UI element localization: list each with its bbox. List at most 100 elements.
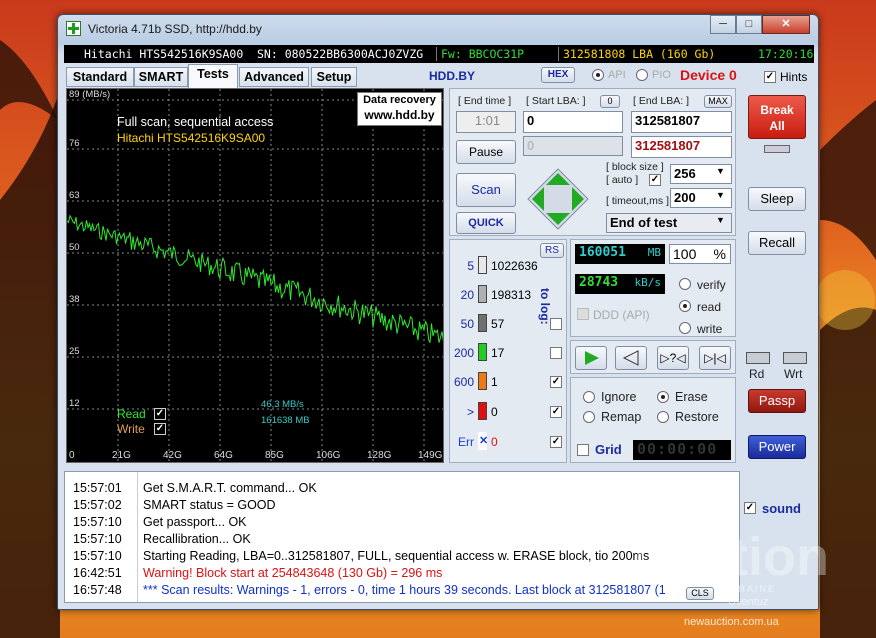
auto-checkbox[interactable]: ✓ [649,174,661,186]
play-button[interactable] [575,346,607,370]
end-lba-current: 312581807 [631,136,732,158]
start-lba-field[interactable]: 0 [523,111,623,133]
verify-radio[interactable] [679,278,691,290]
percent-display: 100 % [669,244,731,264]
read-label: read [697,300,722,314]
end-action-select[interactable]: End of test [606,213,732,233]
block-color-swatch [478,402,487,420]
ignore-radio[interactable] [583,391,595,403]
speed-value: 28743 [579,275,619,290]
scan-button[interactable]: Scan [456,173,516,207]
read-legend-checkbox[interactable]: ✓ [154,408,166,420]
read-radio[interactable] [679,300,691,312]
sound-label: sound [762,501,801,516]
y-tick-label: 50 [69,242,80,253]
log-time: 15:57:02 [73,498,122,512]
write-radio[interactable] [679,322,691,334]
tab-advanced[interactable]: Advanced [239,67,309,87]
butterfly-button[interactable]: ▷|◁ [699,346,731,370]
block-count: 17 [491,346,505,360]
block-range-label: 200 [453,346,474,360]
passp-button[interactable]: Passp [748,389,806,413]
victoria-window: Victoria 4.71b SSD, http://hdd.by ─ □ ✕ … [57,14,819,610]
block-count: 1 [491,375,498,389]
grid-checkbox[interactable] [577,444,589,456]
mb-unit: MB [647,246,661,259]
erase-radio[interactable] [657,391,669,403]
log-time: 16:42:51 [73,566,122,580]
end-time-field[interactable]: 1:01 [456,111,516,133]
drive-serial: SN: 080522BB6300ACJ0ZVZG [257,47,424,61]
random-seek-button[interactable]: ▷?◁ [657,346,689,370]
device-label: Device 0 [680,67,737,83]
log-time: 15:57:10 [73,549,122,563]
timeout-label: [ timeout,ms ] [606,195,670,207]
watermark-country: UKRAINE [722,584,777,594]
grid-label: Grid [595,442,622,457]
speed-unit: kB/s [634,276,662,289]
tab-smart[interactable]: SMART [134,67,188,87]
clear-log-button[interactable]: CLS [686,587,714,600]
sound-checkbox[interactable]: ✓ [744,502,756,514]
hex-button[interactable]: HEX [541,67,575,83]
x-tick-label: 128G [367,450,392,461]
minimize-button[interactable]: ─ [710,15,736,34]
close-button[interactable]: ✕ [762,15,810,34]
x-tick-label: 42G [163,450,182,461]
rewind-button[interactable] [615,346,647,370]
tab-standard[interactable]: Standard [66,67,134,87]
log-checkbox[interactable] [550,318,562,330]
block-color-swatch [478,372,487,390]
title-bar[interactable]: Victoria 4.71b SSD, http://hdd.by ─ □ ✕ [58,15,818,43]
watermark-sub: Uventuz [728,596,769,608]
ddd-checkbox[interactable] [577,308,589,320]
window-title: Victoria 4.71b SSD, http://hdd.by [88,22,262,36]
end-action-chevron-down-icon[interactable]: ▼ [716,215,725,225]
quick-button[interactable]: QUICK [456,212,516,234]
block-color-swatch [478,285,487,303]
break-all-button[interactable]: Break All [748,95,806,139]
block-color-swatch: ✕ [478,432,488,450]
butterfly-icon: ▷|◁ [704,351,726,365]
recall-button[interactable]: Recall [748,231,806,255]
rs-button[interactable]: RS [540,243,564,258]
start-lba-zero-button[interactable]: 0 [600,95,620,108]
x-tick-label: 0 [69,450,75,461]
maximize-button[interactable]: □ [736,15,762,34]
block-range-label: 5 [467,259,474,273]
hints-label: Hints [780,70,808,84]
recovery-box[interactable]: Data recovery www.hdd.by [357,92,442,126]
tab-setup[interactable]: Setup [311,67,357,87]
block-range-label: 50 [460,317,474,331]
api-radio[interactable] [592,69,604,81]
graph-drive: Hitachi HTS542516K9SA00 [117,131,266,145]
block-size-chevron-down-icon[interactable]: ▼ [716,166,725,176]
power-button[interactable]: Power [748,435,806,459]
break-indicator [764,145,790,153]
pio-radio[interactable] [636,69,648,81]
write-legend-checkbox[interactable]: ✓ [154,423,166,435]
end-lba-max-button[interactable]: MAX [704,95,732,108]
hints-checkbox[interactable]: ✓ [764,71,776,83]
restore-radio[interactable] [657,411,669,423]
status-panel: 160051 MB 100 % 28743 kB/s DDD (API) ver… [570,239,736,337]
log-checkbox[interactable]: ✓ [550,406,562,418]
log-message: Warning! Block start at 254843648 (130 G… [143,566,443,580]
block-color-swatch [478,343,487,361]
pause-button[interactable]: Pause [456,140,516,164]
log-checkbox[interactable]: ✓ [550,436,562,448]
recovery-line-2: www.hdd.by [364,108,435,122]
playback-panel: ▷?◁ ▷|◁ [570,340,736,374]
end-lba-field[interactable]: 312581807 [631,111,732,133]
remap-radio[interactable] [583,411,595,423]
log-checkbox[interactable] [550,347,562,359]
log-checkbox[interactable]: ✓ [550,376,562,388]
start-lba-label: [ Start LBA: ] [526,95,586,107]
sleep-button[interactable]: Sleep [748,187,806,211]
direction-pad[interactable] [526,167,590,231]
tab-tests[interactable]: Tests [188,64,238,88]
log-divider [137,472,138,602]
block-count: 0 [491,435,498,449]
timeout-chevron-down-icon[interactable]: ▼ [716,190,725,200]
log-message: Get S.M.A.R.T. command... OK [143,481,317,495]
